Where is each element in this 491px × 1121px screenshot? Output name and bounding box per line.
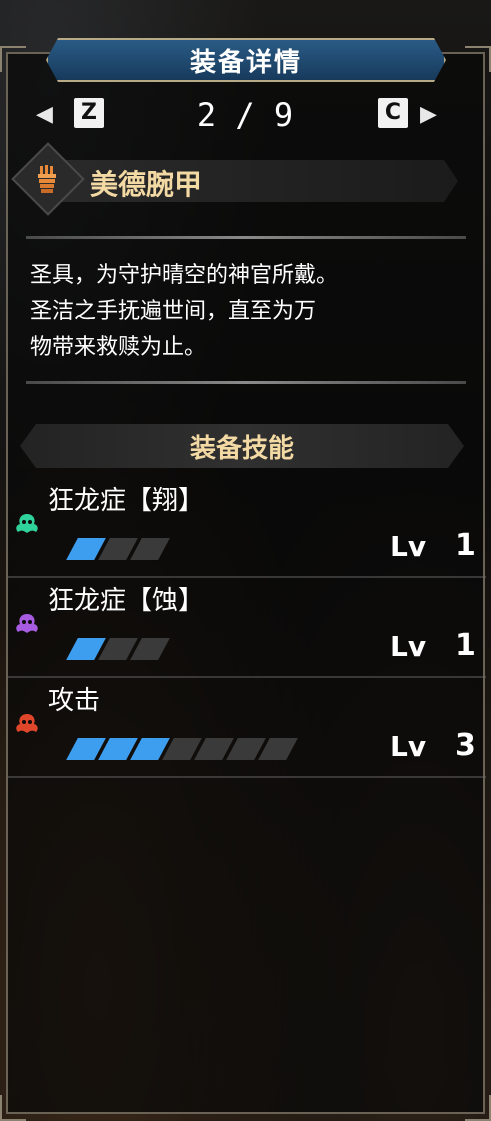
- skill-row[interactable]: 攻击 Lv 3: [0, 680, 491, 780]
- skill-icon-purple: [16, 614, 38, 633]
- next-key-button[interactable]: C: [378, 98, 408, 128]
- row-separator: [8, 676, 486, 678]
- page-title: 装备详情: [189, 47, 302, 78]
- row-separator: [8, 576, 486, 578]
- skill-level-gauge: [66, 738, 298, 760]
- arm-armor-icon: [38, 165, 56, 193]
- divider: [26, 236, 466, 239]
- frame-corner: [0, 46, 26, 72]
- skill-icon-green: [16, 514, 38, 533]
- frame-corner: [0, 1095, 26, 1121]
- level-label: Lv: [390, 530, 427, 563]
- page-indicator: 2 / 9: [196, 96, 294, 134]
- frame-corner: [465, 1095, 491, 1121]
- item-description: 圣具，为守护晴空的神官所戴。 圣洁之手抚遍世间，直至为万 物带来救赎为止。: [30, 263, 339, 360]
- skill-icon-red: [16, 714, 38, 733]
- skill-level-gauge: [66, 638, 170, 660]
- level-value: 1: [455, 528, 476, 563]
- level-value: 3: [455, 728, 476, 763]
- right-arrow-icon[interactable]: ▶: [420, 102, 437, 127]
- level-label: Lv: [390, 630, 427, 663]
- skill-row[interactable]: 狂龙症【翔】 Lv 1: [0, 480, 491, 580]
- level-value: 1: [455, 628, 476, 663]
- item-name: 美德腕甲: [90, 168, 203, 201]
- skills-section-title: 装备技能: [189, 433, 294, 464]
- skills-section-header: 装备技能: [20, 424, 464, 468]
- skill-row[interactable]: 狂龙症【蚀】 Lv 1: [0, 580, 491, 680]
- prev-key-button[interactable]: Z: [74, 98, 104, 128]
- divider: [26, 381, 466, 384]
- skill-name: 狂龙症【翔】: [48, 486, 205, 516]
- frame-corner: [465, 46, 491, 72]
- level-label: Lv: [390, 730, 427, 763]
- title-banner: 装备详情: [46, 38, 446, 82]
- row-separator: [8, 776, 486, 778]
- pager: ◀ Z 2 / 9 C ▶: [0, 96, 491, 134]
- skill-name: 攻击: [48, 686, 101, 716]
- skill-name: 狂龙症【蚀】: [48, 586, 205, 616]
- skill-level-gauge: [66, 538, 170, 560]
- left-arrow-icon[interactable]: ◀: [36, 102, 53, 127]
